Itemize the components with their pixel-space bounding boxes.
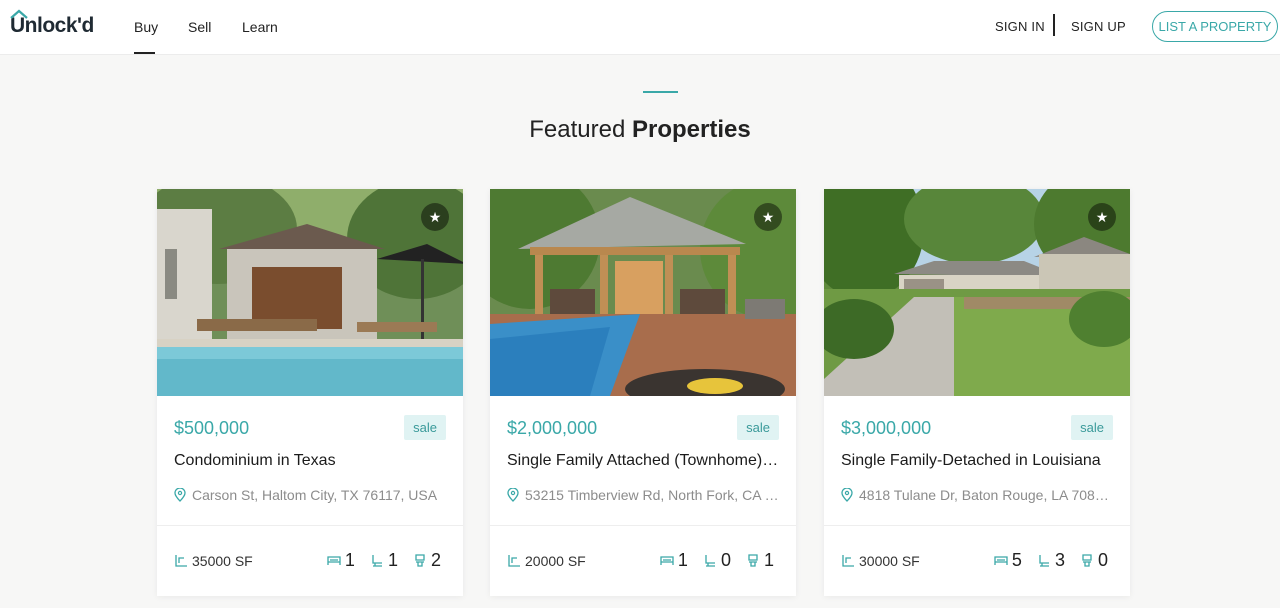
home-roof-icon (10, 9, 28, 19)
property-price: $2,000,000 (507, 418, 598, 438)
beds-stat: 5 (994, 550, 1022, 571)
favorite-star-icon[interactable]: ★ (1088, 203, 1116, 231)
bath-icon (1039, 555, 1049, 567)
status-badge: sale (404, 415, 446, 440)
garage-count: 2 (430, 550, 441, 570)
property-card[interactable]: ★ $3,000,000 sale Single Family-Detached… (824, 189, 1130, 596)
auth-divider (1053, 14, 1055, 36)
area-icon (175, 555, 187, 567)
section-title: Featured Properties (0, 116, 1280, 144)
map-pin-icon (507, 488, 519, 502)
beds-stat: 1 (327, 550, 355, 571)
property-address-text: 4818 Tulane Dr, Baton Rouge, LA 70808, U… (859, 487, 1116, 503)
nav-buy[interactable]: Buy (134, 19, 158, 35)
logo[interactable]: Unlock'd (10, 9, 94, 38)
beds-stat: 1 (660, 550, 688, 571)
property-stats: 1 0 1 (650, 550, 774, 571)
card-divider (490, 525, 796, 526)
garage-stat: 1 (746, 550, 774, 571)
sign-up-link[interactable]: SIGN UP (1071, 19, 1126, 34)
property-price: $500,000 (174, 418, 250, 438)
property-address-text: Carson St, Haltom City, TX 76117, USA (192, 487, 438, 503)
garage-stat: 0 (1080, 550, 1108, 571)
property-photo[interactable]: ★ (157, 189, 463, 396)
baths-count: 3 (1054, 550, 1065, 570)
property-title[interactable]: Single Family-Detached in Louisiana (841, 452, 1116, 470)
card-divider (824, 525, 1130, 526)
property-photo[interactable]: ★ (824, 189, 1130, 396)
garage-icon (748, 554, 758, 567)
status-badge: sale (1071, 415, 1113, 440)
status-badge: sale (737, 415, 779, 440)
section-title-bold: Properties (632, 116, 751, 143)
property-area-text: 20000 SF (525, 553, 586, 569)
baths-stat: 3 (1037, 550, 1065, 571)
property-area: 20000 SF (507, 553, 586, 569)
baths-stat: 1 (370, 550, 398, 571)
garage-icon (1082, 554, 1092, 567)
favorite-star-icon[interactable]: ★ (754, 203, 782, 231)
nav-learn[interactable]: Learn (242, 19, 278, 35)
garage-icon (415, 554, 425, 567)
bed-icon (994, 556, 1008, 565)
property-stats: 1 1 2 (317, 550, 441, 571)
beds-count: 1 (344, 550, 355, 570)
property-address: 4818 Tulane Dr, Baton Rouge, LA 70808, U… (841, 487, 1116, 503)
property-title[interactable]: Condominium in Texas (174, 452, 449, 470)
favorite-star-icon[interactable]: ★ (421, 203, 449, 231)
beds-count: 5 (1011, 550, 1022, 570)
property-area: 35000 SF (174, 553, 253, 569)
baths-count: 0 (720, 550, 731, 570)
property-card[interactable]: ★ $2,000,000 sale Single Family Attached… (490, 189, 796, 596)
nav-sell[interactable]: Sell (188, 19, 211, 35)
property-card[interactable]: ★ $500,000 sale Condominium in Texas Car… (157, 189, 463, 596)
property-price: $3,000,000 (841, 418, 932, 438)
baths-count: 1 (387, 550, 398, 570)
property-area: 30000 SF (841, 553, 920, 569)
area-icon (508, 555, 520, 567)
map-pin-icon (174, 488, 186, 502)
property-address: 53215 Timberview Rd, North Fork, CA 9364… (507, 487, 782, 503)
list-property-button[interactable]: LIST A PROPERTY (1152, 11, 1278, 42)
property-area-text: 30000 SF (859, 553, 920, 569)
beds-count: 1 (677, 550, 688, 570)
bath-icon (372, 555, 382, 567)
bed-icon (327, 556, 341, 565)
nav-active-indicator (134, 52, 155, 54)
map-pin-icon (841, 488, 853, 502)
section-accent-line (643, 91, 678, 93)
section-title-light: Featured (529, 116, 626, 143)
card-divider (157, 525, 463, 526)
property-stats: 5 3 0 (984, 550, 1108, 571)
garage-count: 0 (1097, 550, 1108, 570)
bed-icon (660, 556, 674, 565)
site-header: Unlock'd Buy Sell Learn SIGN IN SIGN UP … (0, 0, 1280, 55)
garage-stat: 2 (413, 550, 441, 571)
property-title[interactable]: Single Family Attached (Townhome) in Ida… (507, 452, 782, 470)
property-area-text: 35000 SF (192, 553, 253, 569)
sign-in-link[interactable]: SIGN IN (995, 19, 1045, 34)
property-address-text: 53215 Timberview Rd, North Fork, CA 9364… (525, 487, 782, 503)
baths-stat: 0 (703, 550, 731, 571)
garage-count: 1 (763, 550, 774, 570)
bath-icon (705, 555, 715, 567)
property-photo[interactable]: ★ (490, 189, 796, 396)
area-icon (842, 555, 854, 567)
property-address: Carson St, Haltom City, TX 76117, USA (174, 487, 449, 503)
